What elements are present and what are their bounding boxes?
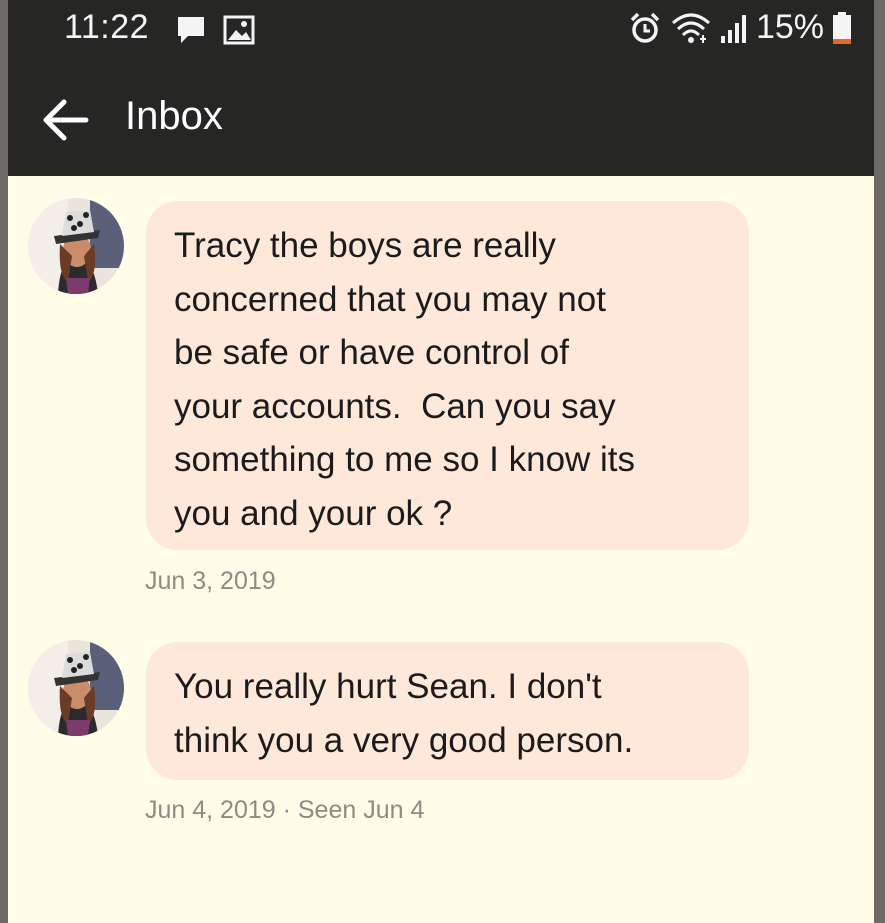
status-bar: 11:22 15%: [8, 0, 874, 64]
message-bubble[interactable]: Tracy the boys are really concerned that…: [146, 201, 749, 550]
sender-avatar[interactable]: [28, 640, 124, 736]
message-bubble[interactable]: You really hurt Sean. I don't think you …: [146, 642, 749, 780]
sender-avatar[interactable]: [28, 198, 124, 294]
image-icon: [223, 15, 255, 45]
chat-bubble-icon: [178, 17, 204, 43]
message-line: you and your ok ?: [174, 493, 453, 533]
arrow-left-icon: [43, 99, 89, 141]
app-bar: Inbox: [8, 64, 874, 176]
battery-level-fill: [833, 38, 851, 44]
page-title: Inbox: [125, 94, 223, 138]
status-right-icons: 15%: [628, 8, 852, 47]
avatar-image: [28, 640, 124, 736]
message-timestamp: Jun 3, 2019: [145, 567, 276, 595]
message-line: concerned that you may not: [174, 279, 606, 319]
alarm-icon: [630, 12, 660, 43]
message-timestamp-seen: Jun 4, 2019 · Seen Jun 4: [145, 796, 425, 824]
wifi-icon: [671, 13, 710, 43]
message-line: think you a very good person.: [174, 720, 634, 760]
message-line: something to me so I know its: [174, 440, 636, 479]
back-button[interactable]: [38, 92, 94, 148]
avatar-image: [28, 198, 124, 294]
battery-icon: [833, 11, 851, 44]
message-line: be safe or have control of: [174, 333, 569, 372]
status-time: 11:22: [64, 8, 150, 46]
message-line: Tracy the boys are really: [174, 226, 556, 265]
message-line: your accounts. Can you say: [174, 386, 616, 426]
message-line: You really hurt Sean. I don't: [174, 667, 602, 706]
signal-icon: [720, 14, 746, 43]
inbox-screen: 11:22 15% Inbox Tracy the boys are reall…: [8, 0, 874, 923]
battery-percent: 15%: [755, 8, 824, 46]
